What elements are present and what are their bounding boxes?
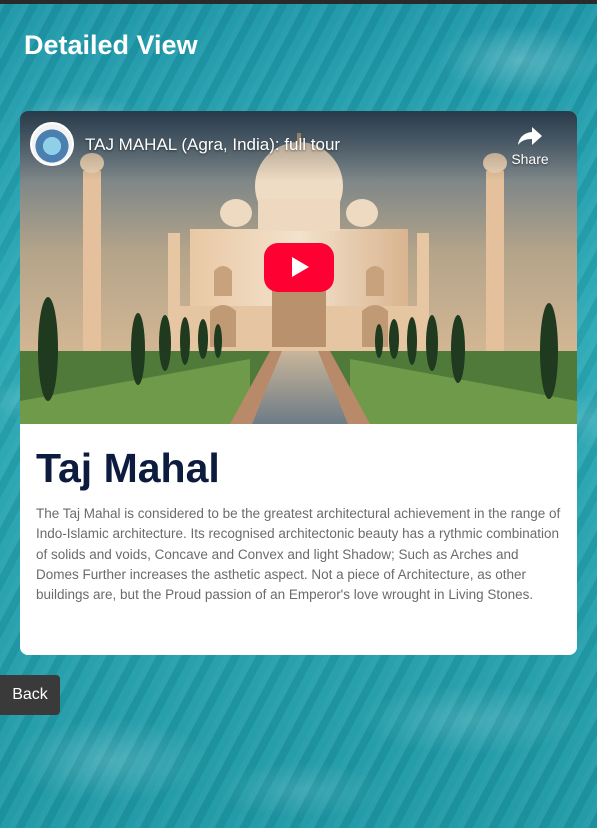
share-label: Share [511, 151, 549, 167]
play-icon [292, 257, 309, 277]
play-button[interactable] [264, 243, 334, 292]
place-title: Taj Mahal [36, 445, 220, 491]
back-button[interactable]: Back [0, 675, 60, 715]
share-arrow-icon [518, 127, 542, 145]
place-description: The Taj Mahal is considered to be the gr… [36, 506, 561, 603]
card-body: Taj Mahal The Taj Mahal is considered to… [20, 424, 577, 605]
detail-card: TAJ MAHAL (Agra, India): full tour Share… [20, 111, 577, 655]
channel-avatar-icon[interactable] [30, 122, 74, 166]
video-title[interactable]: TAJ MAHAL (Agra, India): full tour [85, 135, 340, 155]
share-button[interactable]: Share [508, 125, 552, 167]
page-title: Detailed View [24, 30, 198, 60]
video-player[interactable]: TAJ MAHAL (Agra, India): full tour Share [20, 111, 577, 424]
top-bar [0, 0, 597, 4]
